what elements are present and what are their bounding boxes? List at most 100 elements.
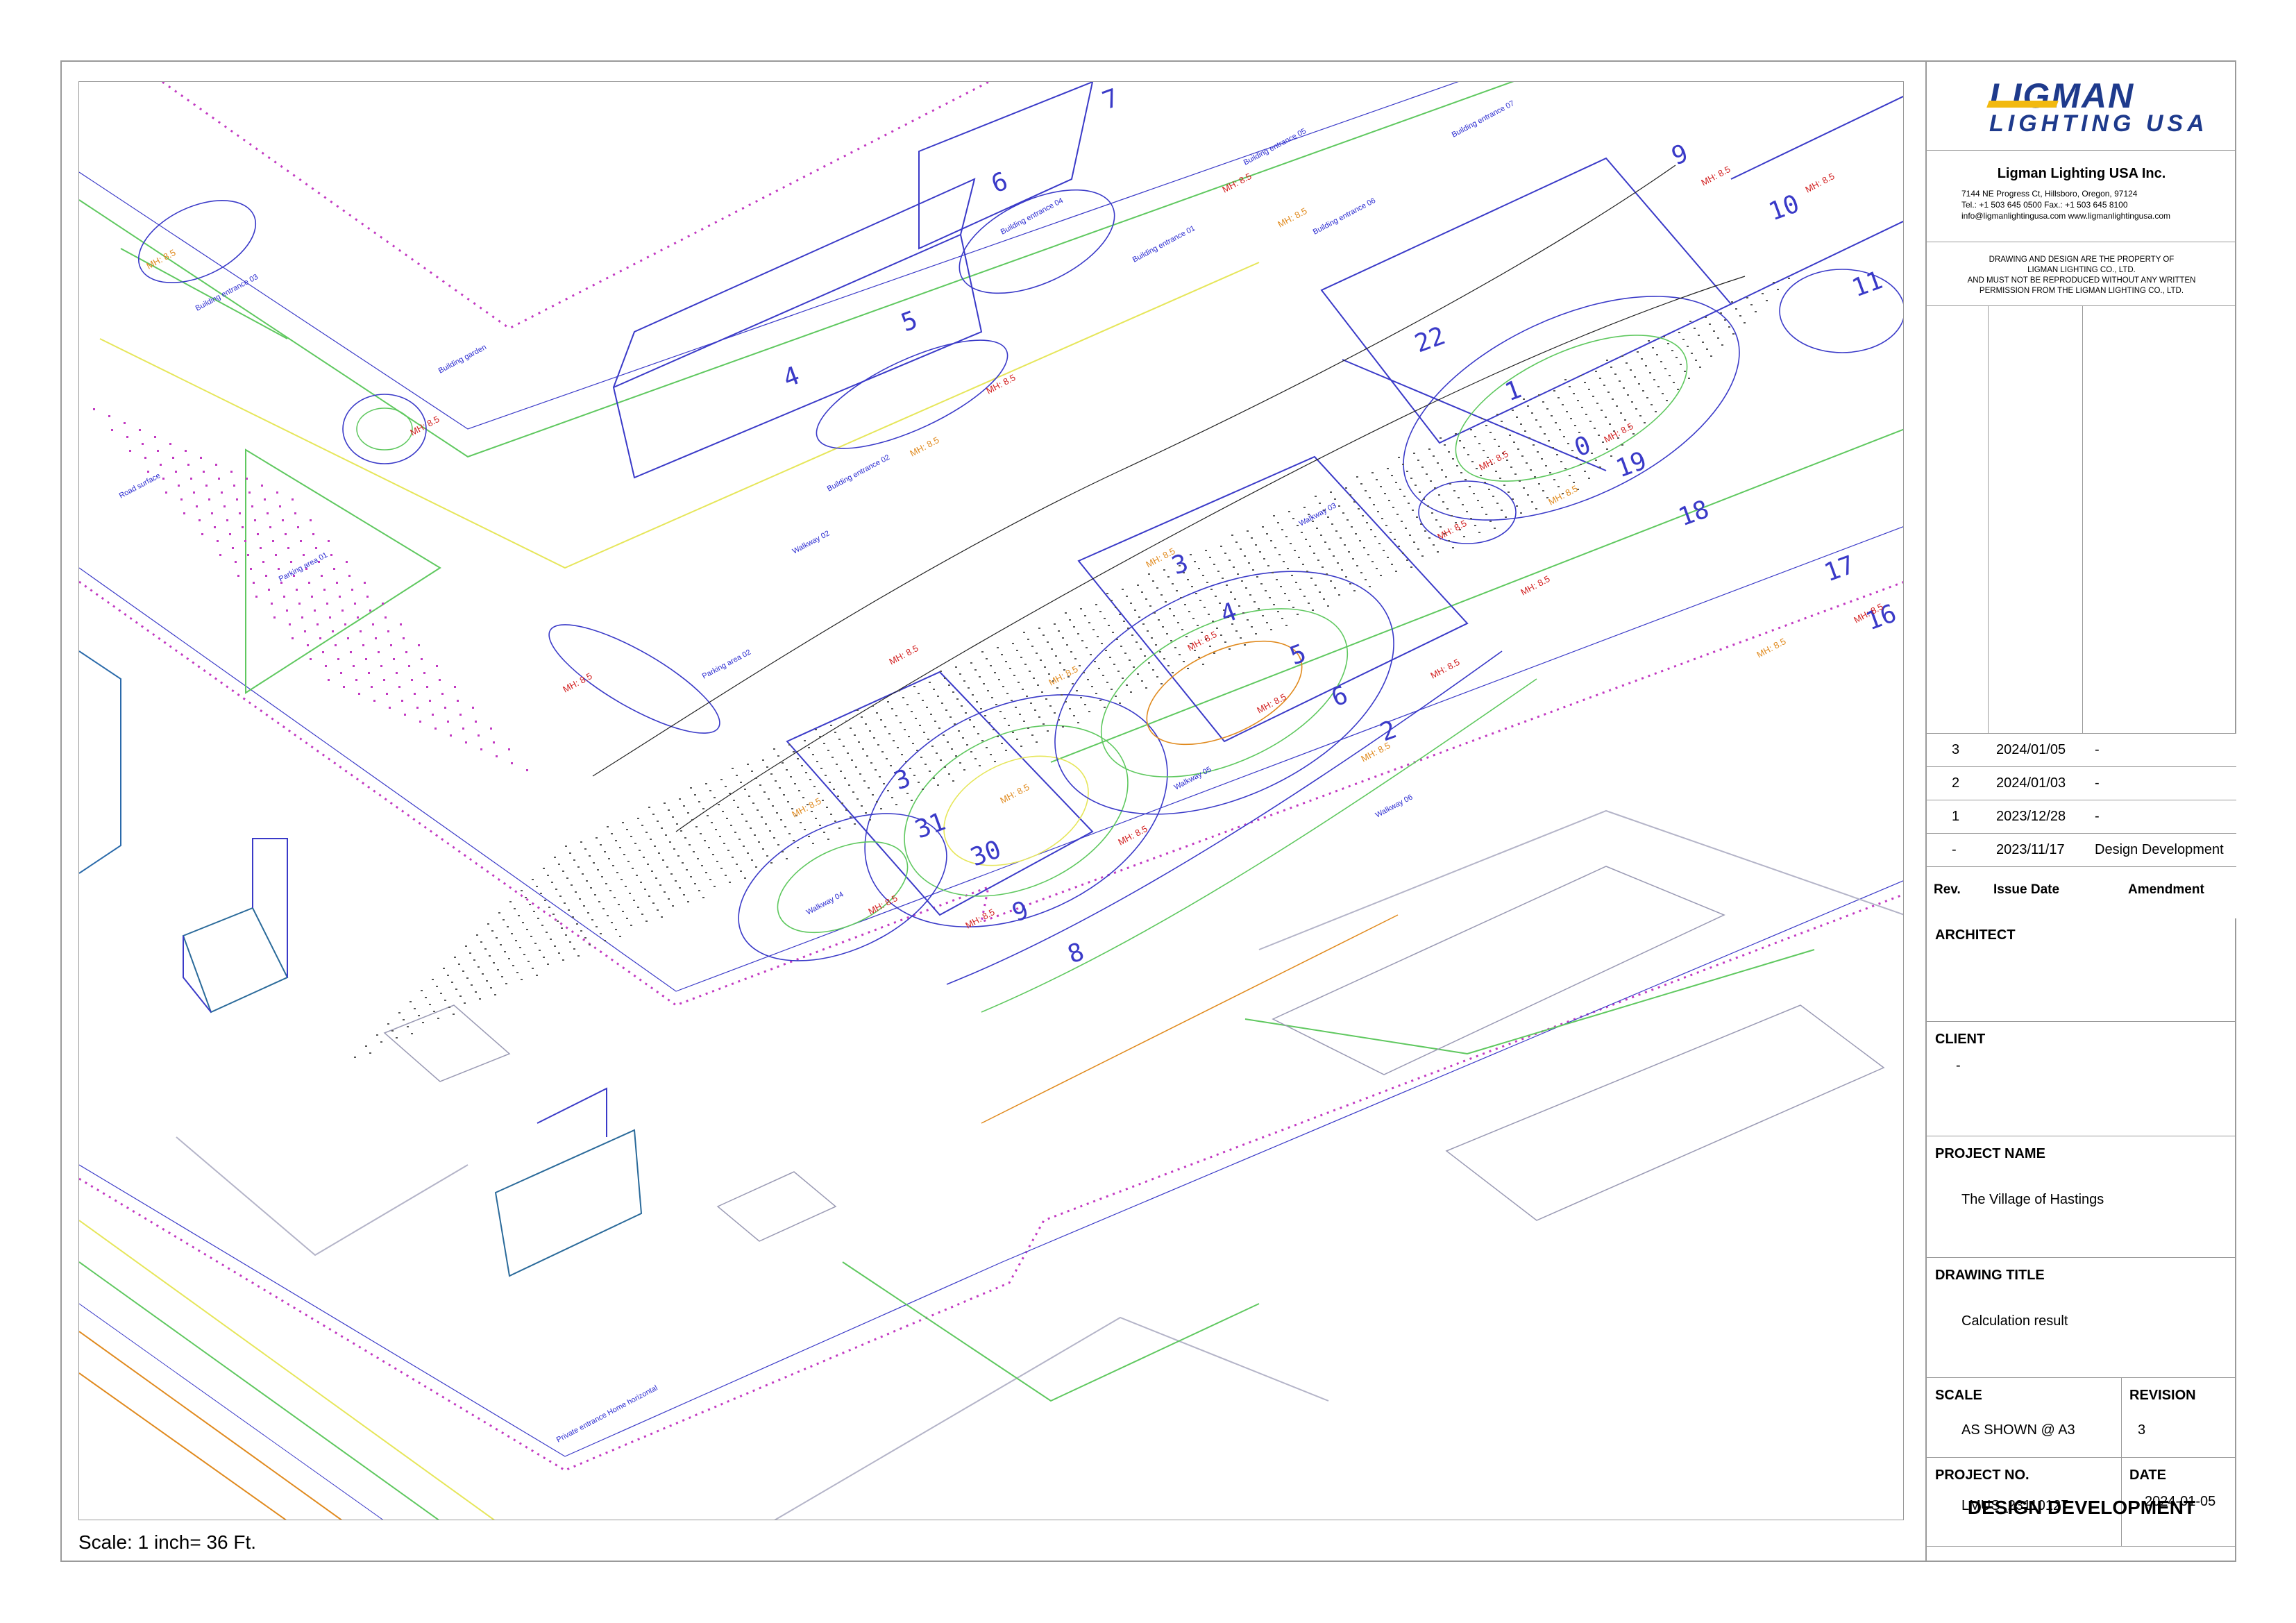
calc-point xyxy=(1142,623,1145,625)
calc-point-magenta xyxy=(454,686,456,688)
calc-point-magenta xyxy=(368,672,370,674)
area-label: Building entrance 07 xyxy=(1451,99,1516,140)
calc-point xyxy=(666,866,668,868)
calc-point-magenta xyxy=(355,679,357,681)
calc-point xyxy=(794,783,796,784)
calc-point xyxy=(1024,664,1027,665)
calc-point xyxy=(566,877,568,879)
calc-point-magenta xyxy=(450,734,452,737)
architect-label: ARCHITECT xyxy=(1935,927,2016,943)
calc-point-magenta xyxy=(411,679,413,681)
calc-point-magenta xyxy=(436,665,438,667)
calc-point xyxy=(1031,734,1033,736)
calc-point xyxy=(974,669,977,671)
calc-point xyxy=(786,858,788,859)
calc-point xyxy=(615,929,617,930)
calc-point-magenta xyxy=(465,741,467,743)
calc-point xyxy=(1170,640,1172,641)
calc-point xyxy=(1678,332,1680,333)
calc-point xyxy=(573,948,575,950)
calc-point xyxy=(765,823,767,825)
calc-point xyxy=(1612,398,1614,400)
calc-point xyxy=(1431,512,1433,514)
calc-point xyxy=(1553,479,1555,480)
calc-point xyxy=(1601,410,1603,411)
calc-point xyxy=(562,871,564,872)
calc-point xyxy=(852,791,854,793)
calc-point xyxy=(515,940,517,941)
calc-point-magenta xyxy=(365,658,367,660)
calc-point xyxy=(1317,560,1319,561)
calc-point xyxy=(668,898,670,900)
calc-point-magenta xyxy=(423,672,425,674)
calc-point xyxy=(503,919,505,920)
calc-point xyxy=(508,958,510,959)
calc-point xyxy=(1363,547,1365,548)
calc-point xyxy=(1421,555,1424,557)
calc-point xyxy=(1229,648,1231,650)
area-label: Parking area 02 xyxy=(701,648,752,681)
calc-point xyxy=(1001,743,1003,744)
calc-point xyxy=(897,747,899,748)
calc-point xyxy=(1287,568,1289,569)
calc-point xyxy=(1066,644,1068,646)
calc-point xyxy=(648,807,650,808)
calc-point xyxy=(1005,750,1007,751)
calc-point-magenta xyxy=(292,498,294,501)
calc-point xyxy=(1104,618,1106,619)
logo-swoosh-icon xyxy=(1986,101,2059,108)
calc-point xyxy=(1233,566,1235,568)
calc-point-magenta xyxy=(247,554,249,556)
calc-point xyxy=(605,883,607,884)
calc-point xyxy=(637,818,639,819)
calc-point xyxy=(1383,550,1385,551)
calc-point xyxy=(711,822,713,823)
calc-point xyxy=(905,761,907,762)
calc-point xyxy=(734,832,736,833)
calc-point-magenta xyxy=(329,616,331,619)
calc-point xyxy=(1638,383,1640,385)
drawing-viewport[interactable]: 4 5 6 7 9 10 11 22 1 0 19 18 17 16 3 4 5 6 2 3 31 30 9 8 Buildi… xyxy=(78,81,1904,1520)
calc-point xyxy=(1192,618,1195,619)
calc-point xyxy=(872,794,874,796)
calc-point xyxy=(687,901,689,902)
calc-point-magenta xyxy=(393,658,395,660)
calc-point xyxy=(1421,466,1424,468)
calc-point xyxy=(534,943,537,944)
luminaire-marker: MH: 8.5 xyxy=(1755,636,1787,660)
calc-point xyxy=(1326,573,1328,575)
calc-point xyxy=(1215,596,1217,597)
luminaire-marker: MH: 8.5 xyxy=(144,247,177,271)
calc-point xyxy=(1056,687,1058,689)
calc-point xyxy=(494,994,496,995)
calc-point-magenta xyxy=(372,623,374,625)
calc-point xyxy=(451,982,453,983)
calc-point xyxy=(1470,429,1472,430)
calc-point xyxy=(729,882,731,883)
calc-point xyxy=(1562,404,1564,405)
calc-point xyxy=(725,786,727,787)
calc-point xyxy=(790,776,792,777)
calc-point xyxy=(1413,453,1415,454)
calc-point xyxy=(1349,494,1351,496)
calc-point xyxy=(1406,471,1408,472)
calc-point xyxy=(1523,487,1525,489)
calc-point xyxy=(1305,539,1307,540)
calc-point xyxy=(1004,718,1006,719)
calc-point xyxy=(496,937,498,939)
calc-point-magenta xyxy=(346,561,348,563)
calc-point xyxy=(770,773,773,775)
calc-point xyxy=(604,851,606,852)
calc-point xyxy=(1051,648,1053,650)
calc-point xyxy=(1079,665,1081,666)
calc-point xyxy=(714,797,716,798)
calc-point-magenta xyxy=(307,644,309,646)
calc-point xyxy=(1027,639,1029,640)
calc-point xyxy=(1076,690,1078,691)
calc-point xyxy=(786,769,788,771)
calc-point xyxy=(547,875,549,876)
calc-point-magenta xyxy=(444,707,446,709)
calc-point-magenta xyxy=(351,589,353,591)
calc-point xyxy=(979,676,981,678)
calc-point xyxy=(761,816,763,818)
